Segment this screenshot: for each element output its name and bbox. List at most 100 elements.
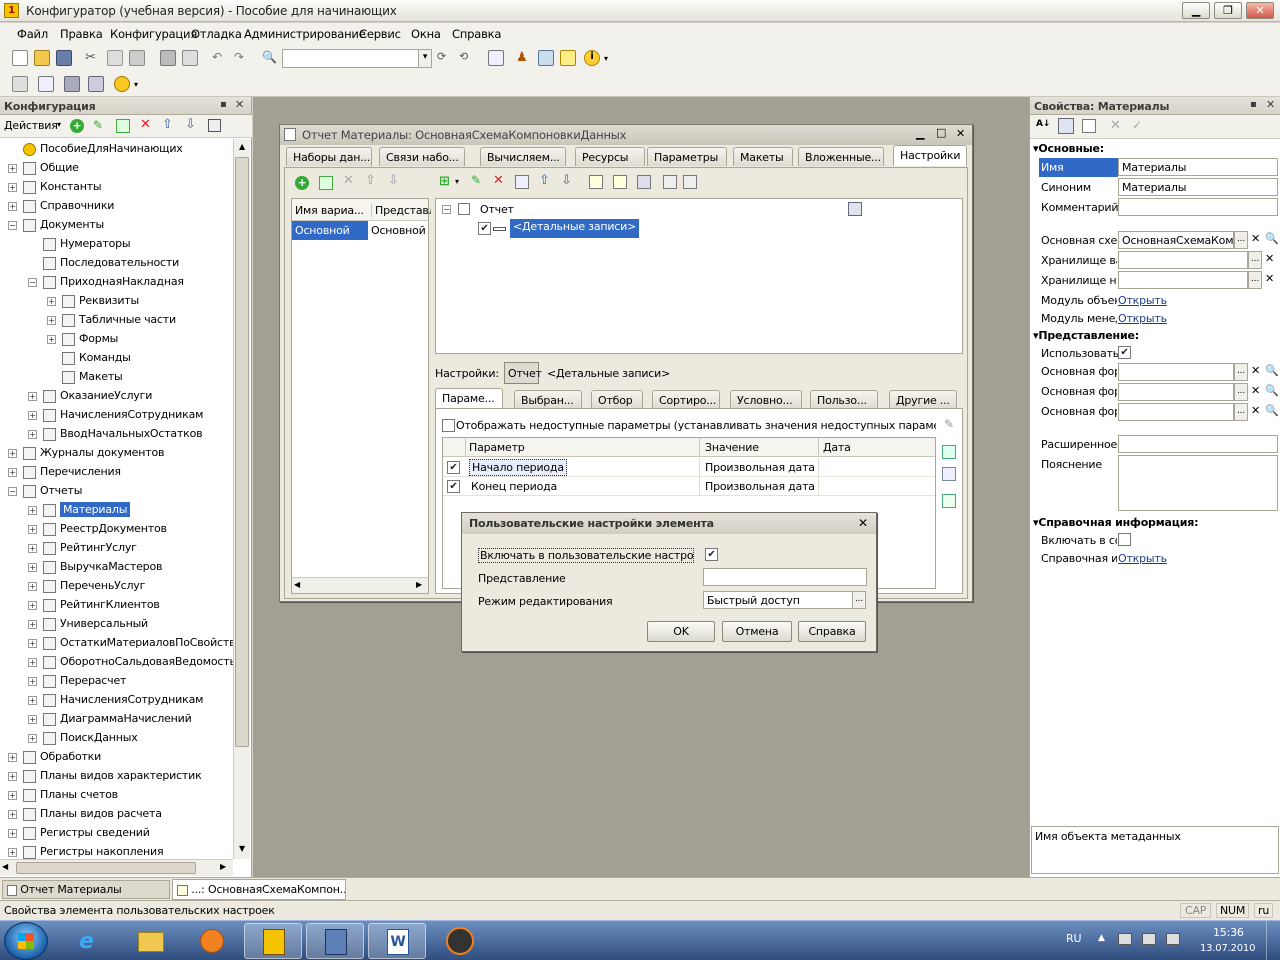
- copy-item-icon[interactable]: [116, 119, 130, 133]
- close-button[interactable]: ✕: [1246, 2, 1274, 19]
- tree-expander-icon[interactable]: +: [8, 163, 17, 173]
- tab-nested[interactable]: Вложенные...: [798, 147, 884, 166]
- tree-item[interactable]: − Документы: [8, 215, 104, 234]
- structure-edit-icon[interactable]: ✎: [471, 173, 481, 187]
- prop-form3-clear-icon[interactable]: ✕: [1251, 404, 1260, 417]
- tree-expander-icon[interactable]: +: [8, 790, 17, 800]
- param-check-all-icon[interactable]: [942, 445, 956, 459]
- database-icon[interactable]: [64, 76, 80, 92]
- actions-dropdown-icon[interactable]: ▾: [57, 120, 61, 129]
- prop-module-mgr-link[interactable]: Открыть: [1118, 312, 1167, 325]
- menu-service[interactable]: Сервис: [359, 27, 401, 41]
- prop-form1-select[interactable]: ...: [1234, 363, 1248, 381]
- save-icon[interactable]: [56, 50, 72, 66]
- report-minimize-icon[interactable]: ▁: [916, 127, 924, 140]
- tray-network-icon[interactable]: [1118, 933, 1132, 945]
- tree-expander-icon[interactable]: +: [28, 733, 37, 743]
- tree-item[interactable]: + ВводНачальныхОстатков: [28, 424, 203, 443]
- prop-synonym-input[interactable]: Материалы: [1118, 178, 1278, 196]
- tree-expander-icon[interactable]: +: [28, 619, 37, 629]
- detail-records-item[interactable]: <Детальные записи>: [510, 219, 640, 238]
- tree-item[interactable]: + Материалы: [28, 500, 131, 519]
- media-player-taskbar-icon[interactable]: [182, 923, 240, 959]
- tree-item[interactable]: + Планы видов расчета: [8, 804, 162, 823]
- detail-records-checkbox[interactable]: ✔: [478, 222, 491, 235]
- tab-parameters[interactable]: Параметры: [647, 147, 727, 166]
- subtab-user-fields[interactable]: Пользо...: [810, 390, 878, 409]
- open-icon[interactable]: [34, 50, 50, 66]
- tree-item[interactable]: + Перечисления: [8, 462, 121, 481]
- param-edit-icon[interactable]: ✎: [944, 417, 954, 431]
- dialog-repr-input[interactable]: [703, 568, 867, 586]
- dialog-close-icon[interactable]: ✕: [858, 516, 868, 530]
- variant-row[interactable]: Основной Основной: [292, 221, 428, 240]
- window-tab-schema[interactable]: ...: ОсновнаяСхемаКомпон...: [172, 879, 346, 900]
- tree-expander-icon[interactable]: +: [47, 315, 56, 325]
- prop-form3-open-icon[interactable]: 🔍: [1265, 404, 1279, 417]
- find-prev-icon[interactable]: ⟲: [459, 50, 475, 66]
- tree-expander-icon[interactable]: +: [28, 600, 37, 610]
- tree-item[interactable]: + Перерасчет: [28, 671, 126, 690]
- subtab-other[interactable]: Другие ...: [889, 390, 957, 409]
- tray-expand-icon[interactable]: ▲: [1098, 933, 1105, 943]
- tab-settings[interactable]: Настройки: [893, 145, 967, 166]
- tree-expander-icon[interactable]: +: [8, 847, 17, 857]
- prop-form2-clear-icon[interactable]: ✕: [1251, 384, 1260, 397]
- pin-icon[interactable]: ▪: [220, 99, 227, 110]
- add-icon[interactable]: +: [70, 119, 84, 133]
- param-row-checkbox[interactable]: ✔: [447, 461, 460, 474]
- param-uncheck-all-icon[interactable]: [942, 467, 956, 481]
- tree-item[interactable]: + РейтингКлиентов: [28, 595, 160, 614]
- word-taskbar-icon[interactable]: W: [368, 923, 426, 959]
- tree-expander-icon[interactable]: +: [8, 771, 17, 781]
- prop-form2-select[interactable]: ...: [1234, 383, 1248, 401]
- new-icon[interactable]: [12, 50, 28, 66]
- tree-expander-icon[interactable]: +: [28, 676, 37, 686]
- print-icon[interactable]: [160, 50, 176, 66]
- tree-item[interactable]: + Планы видов характеристик: [8, 766, 202, 785]
- prop-store-set-input[interactable]: [1118, 271, 1248, 289]
- tree-vscrollbar[interactable]: ▲ ▼: [233, 139, 250, 859]
- window-tab-report[interactable]: Отчет Материалы: [2, 880, 170, 899]
- dialog-ok-button[interactable]: OK: [647, 621, 715, 642]
- tree-item[interactable]: + Журналы документов: [8, 443, 164, 462]
- categorized-icon[interactable]: [1058, 118, 1074, 134]
- report-maximize-icon[interactable]: □: [936, 126, 946, 139]
- tree-item[interactable]: + ОстаткиМатериаловПоСвойств...: [28, 633, 233, 652]
- tree-expander-icon[interactable]: +: [8, 182, 17, 192]
- dialog-help-button[interactable]: Справка: [798, 621, 866, 642]
- tree-expander-icon[interactable]: +: [8, 201, 17, 211]
- tree-expander-icon[interactable]: +: [28, 429, 37, 439]
- prop-form2-open-icon[interactable]: 🔍: [1265, 384, 1279, 397]
- prop-schema-input[interactable]: ОсновнаяСхемаКомп: [1118, 231, 1234, 249]
- tray-date[interactable]: 13.07.2010: [1200, 943, 1255, 954]
- section-main-header[interactable]: ▾Основные:: [1033, 142, 1104, 155]
- variant-copy-icon[interactable]: [319, 176, 333, 190]
- tree-expander-icon[interactable]: +: [28, 410, 37, 420]
- compare-icon[interactable]: [38, 76, 54, 92]
- sort-alpha-icon[interactable]: A↓: [1036, 119, 1050, 129]
- structure-settings-icon[interactable]: [515, 175, 529, 189]
- tree-expander-icon[interactable]: +: [28, 505, 37, 515]
- tree-item[interactable]: + ПоискДанных: [28, 728, 138, 747]
- tree-item[interactable]: Макеты: [47, 367, 123, 386]
- menu-config[interactable]: Конфигурация: [110, 27, 197, 41]
- structure-expand-icon[interactable]: [663, 175, 677, 189]
- prop-form1-clear-icon[interactable]: ✕: [1251, 364, 1260, 377]
- tree-expander-icon[interactable]: +: [28, 562, 37, 572]
- variant-add-icon[interactable]: +: [295, 176, 309, 190]
- prop-apply-icon[interactable]: ✓: [1132, 118, 1142, 132]
- prop-include-checkbox[interactable]: [1118, 533, 1131, 546]
- tree-expander-icon[interactable]: +: [28, 581, 37, 591]
- windows-icon[interactable]: [488, 50, 504, 66]
- tree-item[interactable]: Команды: [47, 348, 131, 367]
- tree-item[interactable]: + НачисленияСотрудникам: [28, 405, 203, 424]
- tree-expander-icon[interactable]: +: [28, 638, 37, 648]
- menu-debug[interactable]: Отладка: [191, 27, 242, 41]
- tables-icon[interactable]: [88, 76, 104, 92]
- find-next-icon[interactable]: ⟳: [437, 50, 453, 66]
- tree-item[interactable]: + НачисленияСотрудникам: [28, 690, 203, 709]
- tree-item[interactable]: + Универсальный: [28, 614, 148, 633]
- variant-up-icon[interactable]: ⇧: [365, 173, 376, 188]
- structure-root-expander[interactable]: −: [442, 205, 451, 214]
